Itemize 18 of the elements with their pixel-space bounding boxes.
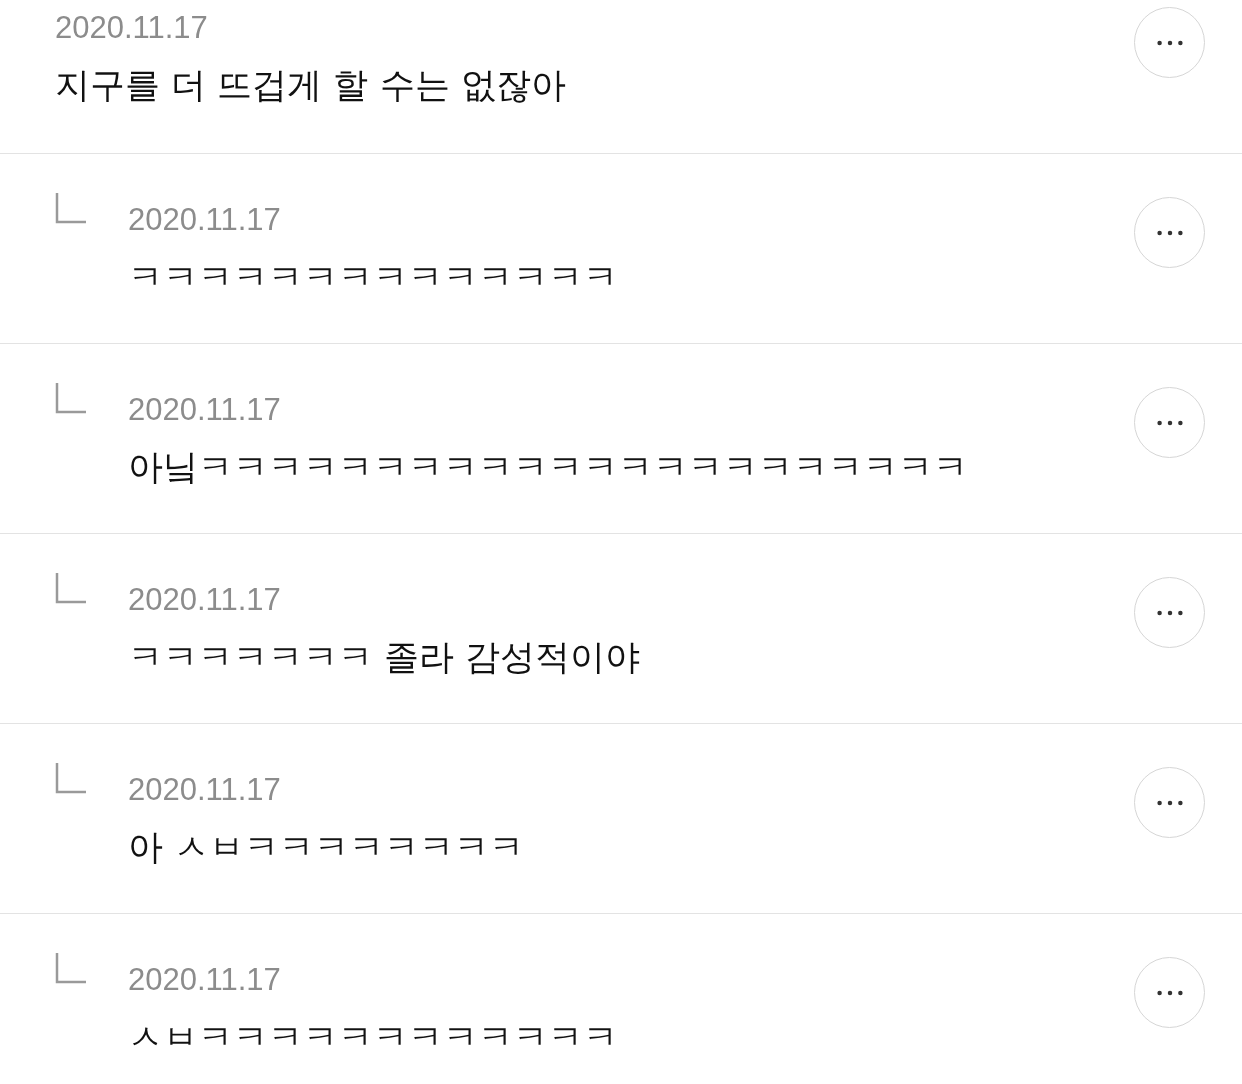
comment-date: 2020.11.17 [128, 391, 282, 429]
comment-text: 지구를 더 뜨겁게 할 수는 없잖아 [55, 64, 567, 107]
more-icon [1156, 229, 1183, 236]
comment-text: ㅋㅋㅋㅋㅋㅋㅋ 졸라 감성적이야 [128, 636, 642, 679]
comment-text: 아 ㅅㅂㅋㅋㅋㅋㅋㅋㅋㅋ [128, 826, 526, 869]
comment-date: 2020.11.17 [128, 961, 282, 999]
more-icon [1156, 419, 1183, 426]
comment-date: 2020.11.17 [128, 201, 282, 239]
comment-text: ㅅㅂㅋㅋㅋㅋㅋㅋㅋㅋㅋㅋㅋㅋ [128, 1016, 619, 1059]
comment-text: ㅋㅋㅋㅋㅋㅋㅋㅋㅋㅋㅋㅋㅋㅋ [128, 256, 619, 299]
more-icon [1156, 989, 1183, 996]
more-icon [1156, 799, 1183, 806]
more-icon [1156, 39, 1183, 46]
comment-date: 2020.11.17 [55, 9, 209, 47]
more-icon [1156, 609, 1183, 616]
comment-date: 2020.11.17 [128, 581, 282, 619]
comment-text: 아닠ㅋㅋㅋㅋㅋㅋㅋㅋㅋㅋㅋㅋㅋㅋㅋㅋㅋㅋㅋㅋㅋㅋ [128, 446, 969, 489]
comment-date: 2020.11.17 [128, 771, 282, 809]
